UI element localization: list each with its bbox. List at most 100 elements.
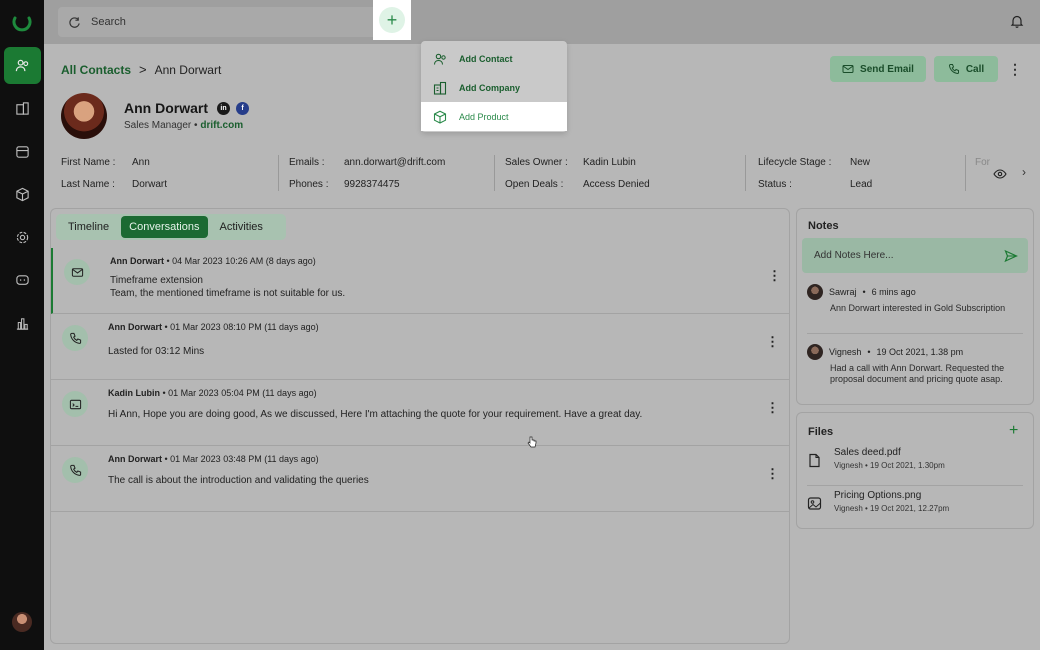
hand-cursor-icon [527, 436, 537, 448]
file-author: Vignesh [834, 504, 863, 513]
call-label: Call [965, 63, 985, 75]
conversation-menu-button[interactable]: ⋮ [766, 334, 779, 350]
calendar-icon [16, 146, 29, 158]
send-email-label: Send Email [860, 63, 914, 75]
search-placeholder: Search [91, 16, 126, 28]
settings-icon [16, 231, 29, 244]
lifecycle-value: New [850, 157, 871, 168]
conversation-time: 01 Mar 2023 08:10 PM (11 days ago) [170, 322, 319, 332]
note-text: Ann Dorwart interested in Gold Subscript… [830, 303, 1006, 313]
conversation-item[interactable]: Ann Dorwart • 04 Mar 2023 10:26 AM (8 da… [51, 248, 789, 314]
last-name-value: Dorwart [132, 179, 168, 190]
note-text: Had a call with Ann Dorwart. Requested t… [830, 363, 1005, 384]
details-divider [965, 155, 966, 191]
file-item[interactable]: Sales deed.pdf Vignesh • 19 Oct 2021, 1.… [807, 447, 1023, 483]
search-input[interactable]: Search [58, 7, 410, 37]
tab-timeline[interactable]: Timeline [60, 216, 117, 238]
contact-subtitle: Sales Manager • drift.com [124, 120, 243, 131]
conversation-author: Ann Dorwart [108, 322, 162, 332]
conversation-author: Ann Dorwart [108, 454, 162, 464]
open-deals-field: Open Deals : Access Denied [505, 179, 650, 190]
divider [807, 485, 1023, 486]
conversation-menu-button[interactable]: ⋮ [766, 400, 779, 416]
conversation-item[interactable]: Ann Dorwart • 01 Mar 2023 03:48 PM (11 d… [51, 446, 789, 512]
status-value: Lead [850, 179, 873, 190]
email-value[interactable]: ann.dorwart@drift.com [344, 157, 445, 168]
sidebar-item-reports[interactable] [4, 305, 41, 342]
note-item: Vignesh • 19 Oct 2021, 1.38 pm Had a cal… [807, 344, 1023, 385]
phone-icon [948, 64, 959, 75]
conversation-item[interactable]: Kadin Lubin • 01 Mar 2023 05:04 PM (11 d… [51, 380, 789, 446]
notes-title: Notes [808, 220, 839, 232]
file-item[interactable]: Pricing Options.png Vignesh • 19 Oct 202… [807, 490, 1023, 526]
add-file-button[interactable]: + [1009, 422, 1018, 440]
conversation-menu-button[interactable]: ⋮ [766, 466, 779, 482]
facebook-icon[interactable]: f [236, 102, 249, 115]
conversation-text: The call is about the introduction and v… [108, 475, 369, 486]
chat-icon [16, 275, 29, 285]
linkedin-icon[interactable]: in [217, 102, 230, 115]
conversation-author: Kadin Lubin [108, 388, 160, 398]
tab-activities[interactable]: Activities [212, 216, 271, 238]
file-meta: Vignesh • 19 Oct 2021, 1.30pm [834, 461, 945, 470]
menu-item-add-product[interactable]: Add Product [421, 102, 567, 131]
bell-icon[interactable] [1010, 14, 1024, 28]
product-icon [433, 110, 447, 124]
menu-item-add-contact[interactable]: Add Contact [421, 44, 567, 73]
subtitle-bullet: • [194, 120, 198, 131]
eye-icon[interactable] [993, 167, 1007, 181]
conversation-meta: Ann Dorwart • 01 Mar 2023 08:10 PM (11 d… [108, 322, 319, 332]
status-label: Status : [758, 179, 792, 190]
activity-tabs: Timeline Conversations Activities [56, 214, 286, 240]
topbar: Search [44, 0, 1040, 44]
phone-value[interactable]: 9928374475 [344, 179, 400, 190]
contact-company-link[interactable]: drift.com [200, 120, 243, 131]
details-divider [494, 155, 495, 191]
file-meta: Vignesh • 19 Oct 2021, 12.27pm [834, 504, 950, 513]
conversation-meta: Ann Dorwart • 01 Mar 2023 03:48 PM (11 d… [108, 454, 319, 464]
mail-icon [842, 65, 854, 73]
breadcrumb-separator: > [139, 62, 147, 77]
add-new-button[interactable]: + [373, 0, 411, 40]
activity-panel: Timeline Conversations Activities Ann Do… [50, 208, 790, 644]
product-icon [16, 187, 29, 202]
call-button[interactable]: Call [934, 56, 998, 82]
sidebar-item-calendar[interactable] [4, 133, 41, 170]
open-deals-label: Open Deals : [505, 179, 564, 190]
conversation-body: The call is about the introduction and v… [108, 474, 369, 487]
sidebar-item-companies[interactable] [4, 90, 41, 127]
phone-icon [69, 464, 81, 476]
conversation-body: Timeframe extension Team, the mentioned … [110, 274, 345, 300]
add-new-menu: Add Contact Add Company Add Product [421, 41, 567, 132]
emails-label: Emails : [289, 157, 325, 168]
note-time: 19 Oct 2021, 1.38 pm [876, 347, 964, 357]
more-fields-label: For [975, 157, 990, 168]
chevron-right-icon[interactable]: › [1022, 165, 1026, 179]
sidebar-item-chat[interactable] [4, 262, 41, 299]
first-name-label: First Name : [61, 157, 116, 168]
main-content: All Contacts > Ann Dorwart Send Email Ca… [44, 44, 1040, 650]
tab-conversations[interactable]: Conversations [121, 216, 208, 238]
notes-panel: Notes Add Notes Here... Sawraj • 6 mins … [796, 208, 1034, 405]
menu-item-label: Add Company [459, 82, 521, 93]
sidebar-item-contacts[interactable] [4, 47, 41, 84]
sidebar-item-settings[interactable] [4, 219, 41, 256]
notes-input[interactable]: Add Notes Here... [802, 238, 1028, 273]
document-icon [809, 453, 820, 468]
menu-item-add-company[interactable]: Add Company [421, 73, 567, 102]
send-icon[interactable] [1004, 249, 1018, 263]
conversation-text: Lasted for 03:12 Mins [108, 346, 205, 357]
note-item: Sawraj • 6 mins ago Ann Dorwart interest… [807, 284, 1023, 314]
send-email-button[interactable]: Send Email [830, 56, 926, 82]
conversation-item[interactable]: Ann Dorwart • 01 Mar 2023 08:10 PM (11 d… [51, 314, 789, 380]
user-avatar[interactable] [12, 612, 32, 632]
breadcrumb-all-contacts[interactable]: All Contacts [61, 63, 131, 77]
note-author: Sawraj [829, 287, 857, 297]
file-name: Sales deed.pdf [834, 447, 901, 458]
contact-icon [433, 53, 446, 65]
contacts-icon [15, 59, 29, 72]
sidebar-item-products[interactable] [4, 176, 41, 213]
more-actions-button[interactable]: ⋮ [1008, 60, 1022, 78]
conversation-menu-button[interactable]: ⋮ [768, 268, 781, 284]
quote-icon [69, 399, 81, 409]
